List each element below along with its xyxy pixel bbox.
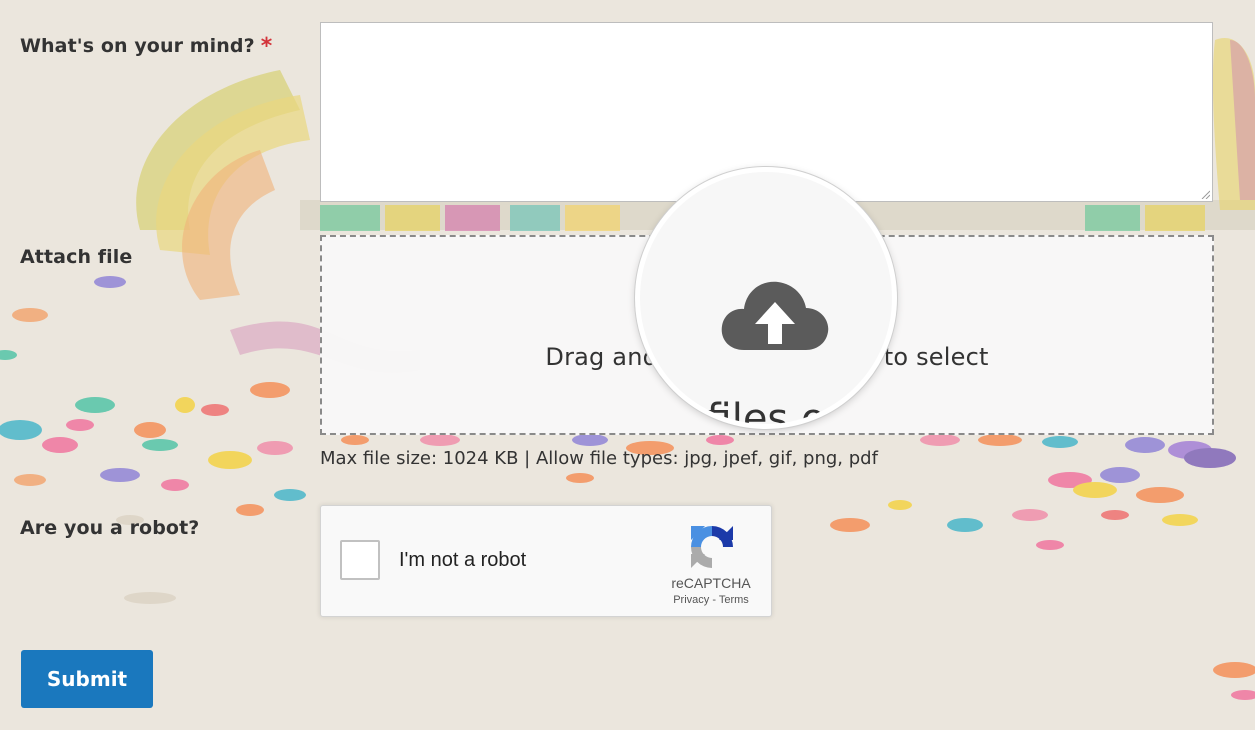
magnifier-lens: files o [635,167,897,429]
recaptcha-widget: I'm not a robot reCAPTCHA Privacy - Term… [320,505,772,617]
resize-grip-icon[interactable] [1200,189,1210,199]
recaptcha-terms-link[interactable]: Terms [719,594,749,606]
message-label-text: What's on your mind? [20,35,255,57]
robot-check-label: Are you a robot? [20,517,200,539]
recaptcha-link-separator: - [709,594,719,606]
recaptcha-brand: reCAPTCHA [671,575,751,591]
dropzone-text-left: Drag and [545,343,659,371]
recaptcha-logo-icon [691,526,733,568]
recaptcha-label: I'm not a robot [399,549,527,571]
attach-file-label: Attach file [20,246,133,268]
dropzone-text-right: to select [883,343,989,371]
file-constraints-hint: Max file size: 1024 KB | Allow file type… [320,448,878,469]
recaptcha-checkbox[interactable] [340,540,380,580]
cloud-upload-icon [721,281,829,350]
recaptcha-privacy-link[interactable]: Privacy [673,594,709,606]
submit-button[interactable]: Submit [21,650,153,708]
recaptcha-links: Privacy - Terms [656,594,766,606]
message-field-label: What's on your mind? * [20,33,273,59]
required-asterisk: * [260,34,273,59]
